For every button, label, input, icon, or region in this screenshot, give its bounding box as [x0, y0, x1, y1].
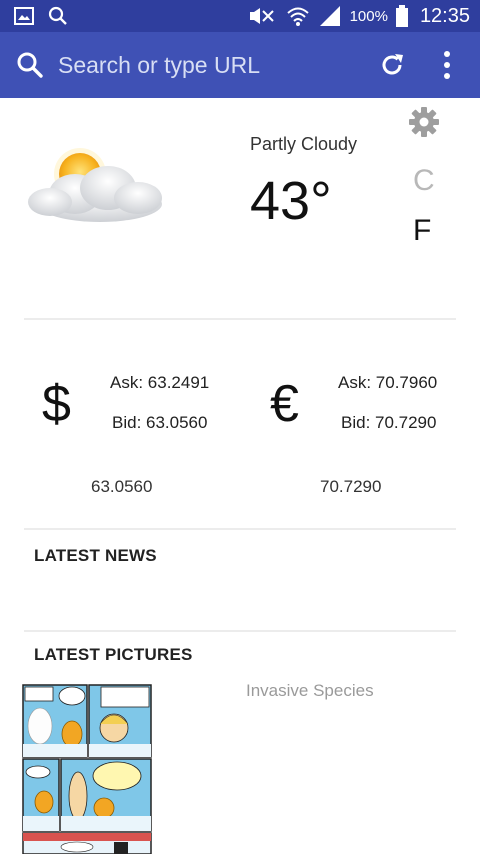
status-bar: 100% 12:35: [0, 0, 480, 32]
weather-condition: Partly Cloudy: [250, 134, 358, 154]
dollar-bid: Bid: 63.0560: [112, 413, 208, 432]
divider: [24, 318, 456, 320]
search-icon[interactable]: [16, 51, 44, 79]
url-input[interactable]: Search or type URL: [58, 52, 260, 79]
mute-icon: [249, 8, 274, 24]
battery-percent: 100%: [349, 7, 388, 25]
euro-ask: Ask: 70.7960: [338, 373, 438, 392]
unit-fahrenheit-toggle[interactable]: F: [413, 214, 431, 248]
euro-bid: Bid: 70.7290: [341, 413, 437, 432]
picture-caption[interactable]: Invasive Species: [246, 681, 374, 701]
unit-celsius-toggle[interactable]: C: [413, 164, 435, 198]
gallery-notification-icon: [14, 7, 34, 25]
comic-thumbnail[interactable]: [22, 684, 152, 854]
divider: [24, 528, 456, 530]
latest-pictures-heading: LATEST PICTURES: [34, 645, 193, 664]
url-bar: Search or type URL: [0, 32, 480, 98]
temperature: 43°: [250, 171, 332, 231]
gear-icon[interactable]: [408, 106, 440, 138]
partly-cloudy-icon: [28, 148, 162, 222]
dollar-value: 63.0560: [91, 477, 153, 496]
battery-icon: [395, 5, 408, 27]
dollar-icon: $: [42, 375, 71, 433]
latest-news-heading: LATEST NEWS: [34, 546, 157, 565]
euro-icon: €: [270, 375, 299, 433]
search-notification-icon: [48, 6, 67, 25]
refresh-icon[interactable]: [378, 51, 406, 79]
dollar-ask: Ask: 63.2491: [110, 373, 210, 392]
signal-icon: [319, 6, 340, 26]
overflow-menu-icon[interactable]: [436, 49, 458, 81]
euro-value: 70.7290: [320, 477, 382, 496]
clock: 12:35: [419, 4, 470, 27]
divider: [24, 630, 456, 632]
wifi-icon: [286, 7, 309, 26]
